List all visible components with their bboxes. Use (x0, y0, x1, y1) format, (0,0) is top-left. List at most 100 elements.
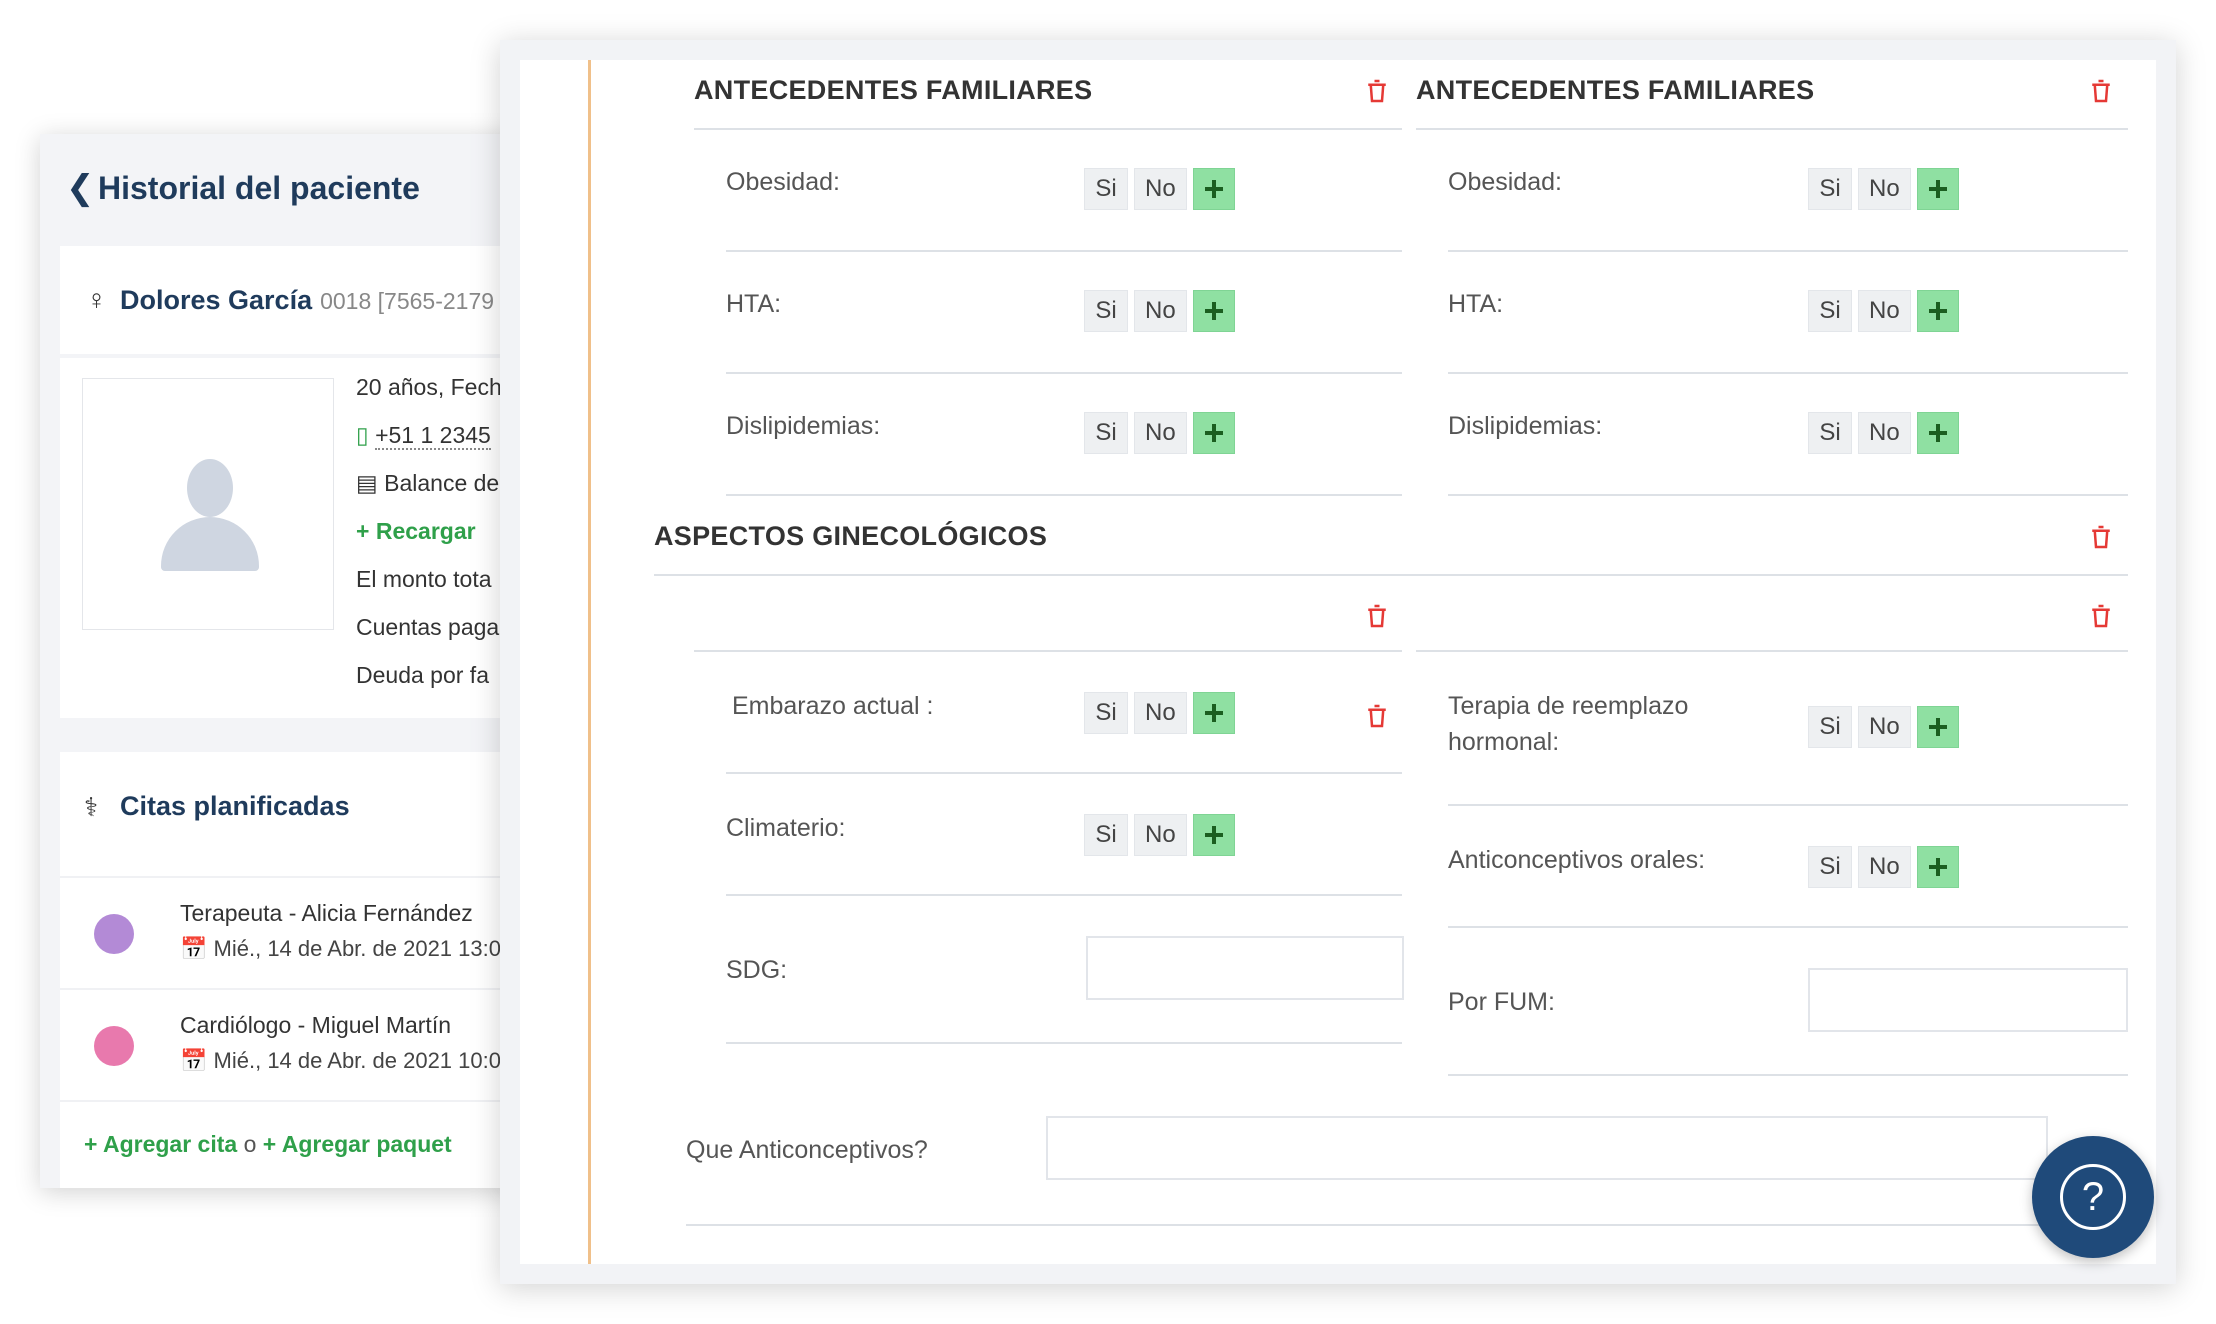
planned-appointments: ⚕ Citas planificadas Terapeuta - Alicia … (60, 752, 560, 1188)
form-area: ANTECEDENTES FAMILIARES Obesidad: Si No … (520, 60, 2156, 1264)
yes-button[interactable]: Si (1808, 846, 1852, 888)
help-button[interactable]: ? (2032, 1136, 2154, 1258)
avatar (82, 378, 334, 630)
patient-phone-row: ▯ +51 1 2345 (356, 420, 491, 450)
appointment-color-dot (94, 914, 134, 954)
add-package-link[interactable]: + Agregar paquet (263, 1131, 452, 1157)
add-appointment-link[interactable]: + Agregar cita (84, 1131, 237, 1157)
history-header: ❮ Historial del paciente (40, 134, 560, 242)
current-pregnancy-label: Embarazo actual : (732, 692, 934, 720)
delete-icon[interactable] (2086, 521, 2116, 553)
delete-icon[interactable] (2086, 75, 2116, 107)
delete-icon[interactable] (1362, 700, 1392, 732)
wallet-icon: ▤ (356, 470, 378, 496)
yes-button[interactable]: Si (1084, 168, 1128, 210)
no-button[interactable]: No (1134, 692, 1187, 734)
gynecological-title: ASPECTOS GINECOLÓGICOS (654, 521, 1048, 551)
total-amount: El monto tota (356, 566, 492, 592)
divider (694, 650, 1402, 652)
add-icon[interactable] (1192, 412, 1235, 454)
appointment-item[interactable]: Cardiólogo - Miguel Martín 📅 Mié., 14 de… (60, 988, 560, 1102)
add-icon[interactable] (1916, 706, 1959, 748)
yes-button[interactable]: Si (1084, 814, 1128, 856)
no-button[interactable]: No (1134, 290, 1187, 332)
calendar-icon: 📅 (180, 936, 208, 961)
divider (1448, 804, 2128, 806)
obesity-options: Si No (1084, 168, 1235, 210)
hrt-label-line1: Terapia de reemplazo (1448, 692, 1689, 720)
appointment-color-dot (94, 1026, 134, 1066)
add-icon[interactable] (1192, 290, 1235, 332)
divider (1448, 494, 2128, 496)
chevron-left-icon[interactable]: ❮ (66, 168, 95, 208)
dyslipidemia-options: Si No (1084, 412, 1235, 454)
hta-label: HTA: (1448, 290, 1504, 318)
sdg-input[interactable] (1086, 936, 1404, 1000)
hta-label: HTA: (726, 290, 782, 318)
divider (726, 250, 1402, 252)
no-button[interactable]: No (1858, 412, 1911, 454)
no-button[interactable]: No (1134, 168, 1187, 210)
appointment-name: Terapeuta - Alicia Fernández (180, 900, 473, 926)
no-button[interactable]: No (1858, 168, 1911, 210)
appointment-item[interactable]: Terapeuta - Alicia Fernández 📅 Mié., 14 … (60, 876, 560, 990)
recharge-link[interactable]: + Recargar (356, 516, 476, 546)
add-icon[interactable] (1192, 814, 1235, 856)
divider (654, 574, 2128, 576)
balance-label: Balance de (384, 470, 500, 496)
citas-title: Citas planificadas (120, 791, 350, 821)
obesity-options: Si No (1808, 168, 1959, 210)
appointment-date: Mié., 14 de Abr. de 2021 10:0 (213, 1048, 501, 1073)
yes-button[interactable]: Si (1808, 706, 1852, 748)
appointment-name: Cardiólogo - Miguel Martín (180, 1012, 452, 1038)
obesity-label: Obesidad: (726, 168, 840, 196)
add-icon[interactable] (1192, 692, 1235, 734)
add-icon[interactable] (1916, 846, 1959, 888)
patient-age: 20 años, Fech (356, 374, 502, 400)
patient-id: 0018 [7565-2179 (320, 288, 495, 314)
hta-options: Si No (1084, 290, 1235, 332)
divider (1448, 926, 2128, 928)
patient-name-row: ♀ Dolores García 0018 [7565-2179 (60, 246, 560, 354)
no-button[interactable]: No (1134, 412, 1187, 454)
delete-icon[interactable] (1362, 75, 1392, 107)
divider (1448, 250, 2128, 252)
appointment-date: Mié., 14 de Abr. de 2021 13:0 (213, 936, 501, 961)
history-title: Historial del paciente (98, 170, 420, 206)
add-icon[interactable] (1916, 412, 1959, 454)
oral-contraceptives-label: Anticonceptivos orales: (1448, 846, 1706, 874)
yes-button[interactable]: Si (1084, 412, 1128, 454)
patient-phone[interactable]: +51 1 2345 (375, 422, 491, 450)
delete-icon[interactable] (2086, 600, 2116, 632)
yes-button[interactable]: Si (1808, 412, 1852, 454)
family-history-title-left: ANTECEDENTES FAMILIARES (694, 75, 1093, 105)
divider (1448, 1074, 2128, 1076)
patient-info: 20 años, Fech ▯ +51 1 2345 ▤ Balance de … (60, 358, 560, 718)
add-icon[interactable] (1916, 290, 1959, 332)
add-package-label: Agregar paquet (281, 1131, 452, 1157)
no-button[interactable]: No (1858, 846, 1911, 888)
add-appointment-label: Agregar cita (102, 1131, 238, 1157)
add-icon[interactable] (1916, 168, 1959, 210)
patient-name: Dolores García (120, 285, 313, 315)
fum-input[interactable] (1808, 968, 2128, 1032)
family-history-title-right: ANTECEDENTES FAMILIARES (1416, 75, 1815, 105)
yes-button[interactable]: Si (1808, 290, 1852, 332)
avatar-head (187, 459, 233, 517)
no-button[interactable]: No (1858, 290, 1911, 332)
add-icon[interactable] (1192, 168, 1235, 210)
hta-options: Si No (1808, 290, 1959, 332)
no-button[interactable]: No (1858, 706, 1911, 748)
yes-button[interactable]: Si (1084, 290, 1128, 332)
appointment-actions: + Agregar cita o + Agregar paquet (60, 1100, 560, 1188)
yes-button[interactable]: Si (1084, 692, 1128, 734)
calendar-icon: 📅 (180, 1048, 208, 1073)
divider (1416, 128, 2128, 130)
balance-row: ▤ Balance de (356, 468, 499, 498)
delete-icon[interactable] (1362, 600, 1392, 632)
divider (726, 894, 1402, 896)
current-pregnancy-options: Si No (1084, 692, 1235, 734)
no-button[interactable]: No (1134, 814, 1187, 856)
yes-button[interactable]: Si (1808, 168, 1852, 210)
which-contraceptives-input[interactable] (1046, 1116, 2048, 1180)
